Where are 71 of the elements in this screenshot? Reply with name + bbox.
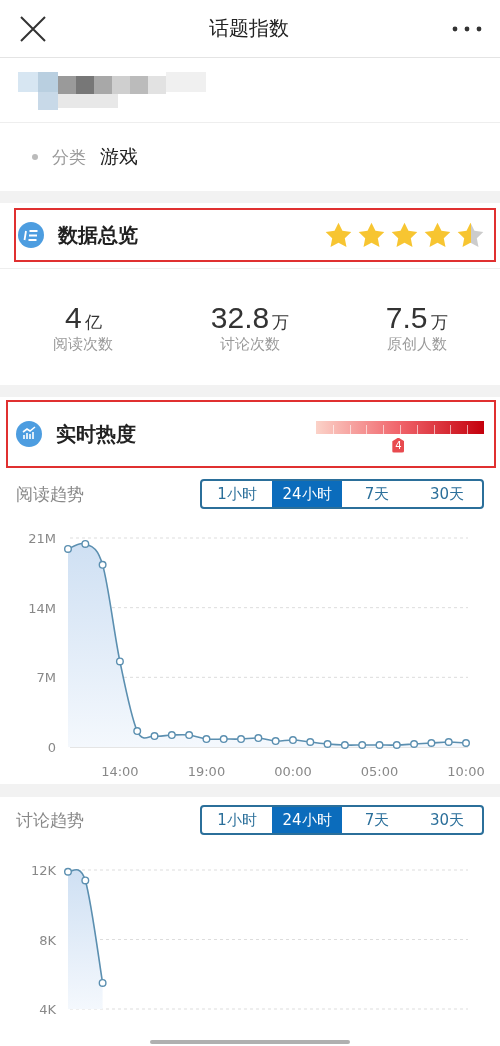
data-point	[219, 735, 228, 744]
stat-label: 原创人数	[386, 334, 447, 354]
axis-label: 8K	[39, 932, 56, 948]
page-title: 话题指数	[209, 15, 289, 42]
axis-label: 4K	[39, 1002, 56, 1017]
data-point	[271, 737, 280, 746]
data-point	[427, 739, 436, 748]
range-tab[interactable]: 7天	[342, 807, 412, 833]
list-icon	[18, 222, 44, 248]
data-point	[444, 738, 453, 747]
range-tab[interactable]: 1小时	[202, 807, 272, 833]
data-point	[98, 560, 107, 569]
category-value: 游戏	[100, 144, 138, 169]
star-icon	[325, 222, 352, 248]
range-tab[interactable]: 24小时	[272, 807, 342, 833]
data-point	[81, 876, 90, 885]
axis-label: 12K	[30, 863, 56, 878]
data-point	[150, 732, 159, 741]
data-point	[358, 741, 367, 749]
data-point	[462, 739, 470, 748]
star-icon	[424, 222, 451, 248]
stat-label: 阅读次数	[53, 334, 114, 354]
data-point	[115, 657, 124, 666]
range-tab[interactable]: 7天	[342, 481, 412, 507]
section-title: 数据总览	[58, 221, 139, 249]
data-point	[167, 731, 176, 740]
data-point	[185, 731, 194, 740]
chart-title: 讨论趋势	[16, 808, 84, 832]
data-point	[133, 727, 142, 736]
stat-label: 讨论次数	[220, 334, 280, 354]
axis-label: 00:00	[274, 764, 312, 779]
axis-label: 14:00	[101, 764, 139, 779]
axis-label: 7M	[36, 670, 56, 686]
star-icon	[457, 222, 484, 248]
data-point	[323, 740, 332, 748]
range-tab[interactable]: 30天	[412, 807, 482, 833]
chart-title: 阅读趋势	[16, 482, 84, 506]
axis-label: 05:00	[360, 764, 399, 779]
stat-value: 4 亿	[65, 300, 102, 335]
axis-label: 19:00	[187, 764, 226, 779]
axis-label: 21M	[28, 531, 56, 546]
chart-icon	[16, 421, 42, 447]
more-icon[interactable]	[452, 25, 482, 32]
data-point	[81, 539, 90, 548]
data-point	[254, 734, 263, 743]
data-point	[288, 736, 297, 745]
data-point	[392, 741, 401, 749]
axis-label: 14M	[28, 600, 56, 616]
close-icon[interactable]	[20, 15, 46, 42]
data-point	[306, 738, 315, 747]
range-tab[interactable]: 1小时	[202, 481, 272, 507]
data-point	[375, 741, 384, 749]
stat-value: 32.8 万	[210, 300, 290, 335]
data-point	[237, 735, 246, 744]
heat-marker: 4	[392, 437, 405, 453]
axis-label: 0	[47, 740, 56, 755]
category-label: 分类	[52, 145, 86, 169]
data-point	[64, 544, 72, 553]
data-point	[410, 740, 419, 748]
star-icon	[391, 222, 418, 248]
range-tab[interactable]: 24小时	[272, 481, 342, 507]
stat-value: 7.5 万	[385, 300, 448, 335]
star-icon	[358, 222, 385, 248]
data-point	[98, 978, 107, 987]
axis-label: 10:00	[447, 764, 485, 779]
data-point	[64, 867, 72, 876]
section-title: 实时热度	[56, 420, 137, 448]
range-tab[interactable]: 30天	[412, 481, 482, 507]
bullet-icon	[32, 154, 38, 160]
data-point	[202, 735, 211, 744]
data-point	[340, 741, 349, 749]
